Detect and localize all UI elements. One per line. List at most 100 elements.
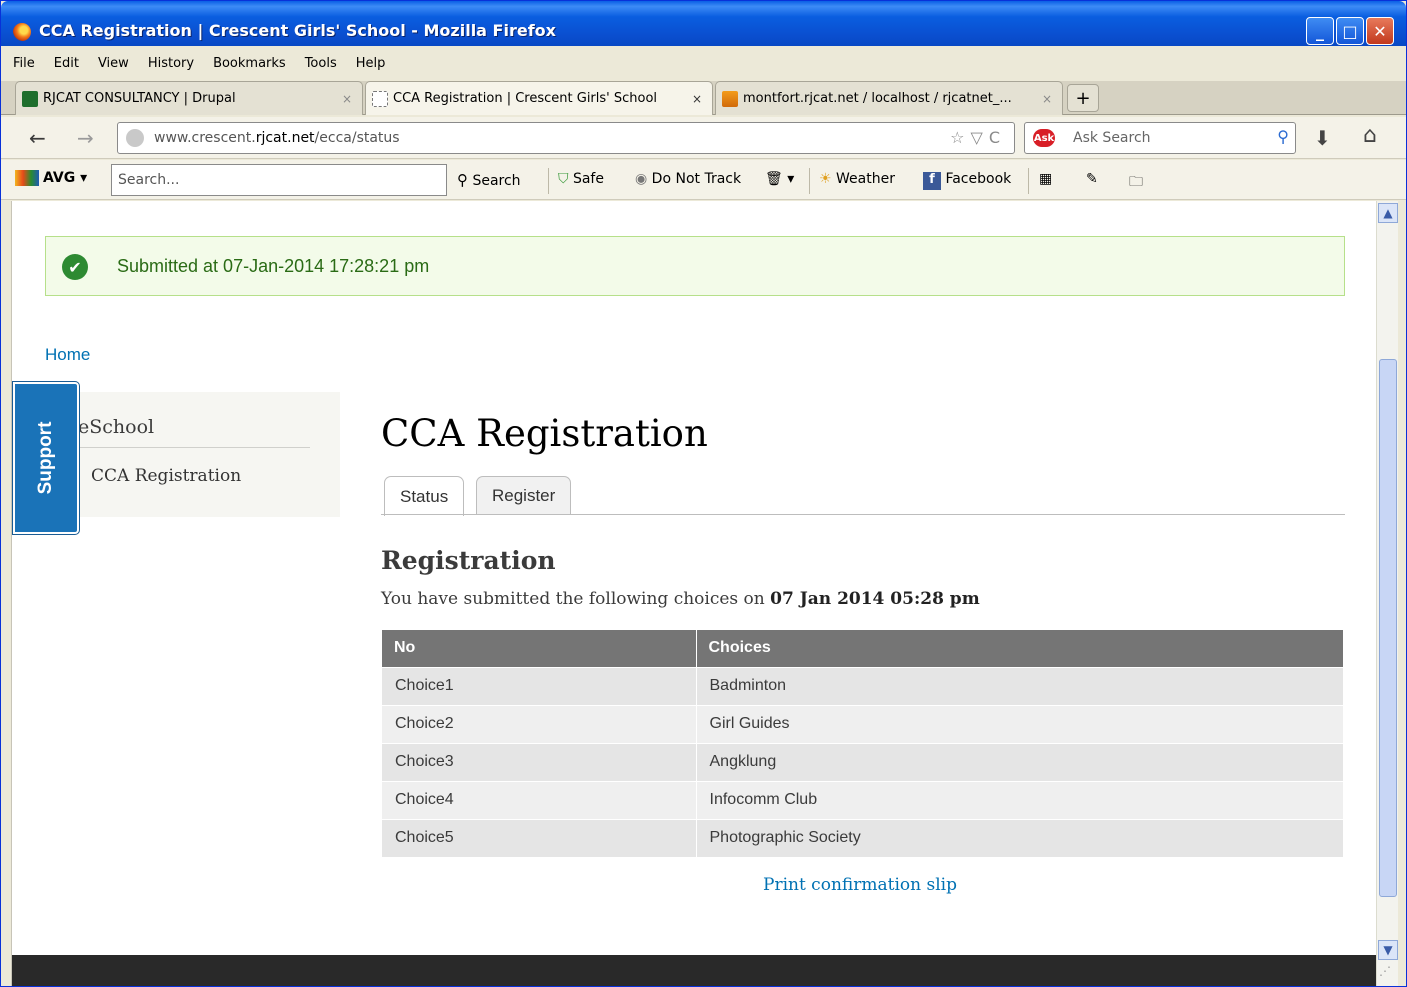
tab-strip: RJCAT CONSULTANCY | Drupal × CCA Registr… xyxy=(1,81,1406,115)
close-window-button[interactable]: ✕ xyxy=(1366,17,1394,45)
menu-bookmarks[interactable]: Bookmarks xyxy=(213,56,286,71)
table-row: Choice3 Angklung xyxy=(382,742,1344,781)
submitted-date: 07 Jan 2014 05:28 pm xyxy=(770,589,980,609)
blank-page-favicon-icon xyxy=(372,90,388,107)
ask-search-box[interactable]: Ask Ask Search ⚲ xyxy=(1024,122,1296,154)
tab-phpmyadmin[interactable]: montfort.rjcat.net / localhost / rjcatne… xyxy=(715,81,1063,115)
menu-edit[interactable]: Edit xyxy=(54,56,79,71)
url-path: /ecca/status xyxy=(314,130,400,146)
menu-help[interactable]: Help xyxy=(356,56,386,71)
do-not-track-label: Do Not Track xyxy=(651,171,742,187)
ask-search-placeholder: Ask Search xyxy=(1073,130,1151,146)
forward-arrow-icon[interactable]: → xyxy=(77,126,94,150)
menu-tools[interactable]: Tools xyxy=(305,56,337,71)
url-prefix: www.crescent. xyxy=(154,130,256,146)
eye-icon: ◉ xyxy=(635,171,648,187)
sidebar-block: eSchool CCA Registration xyxy=(45,392,340,517)
tab-label: montfort.rjcat.net / localhost / rjcatne… xyxy=(743,91,1012,106)
chevron-down-icon: ▾ xyxy=(787,171,795,187)
menu-history[interactable]: History xyxy=(148,56,194,71)
window-title: CCA Registration | Crescent Girls' Schoo… xyxy=(39,21,556,40)
chevron-down-icon[interactable]: ▾ xyxy=(80,170,87,186)
drupal-favicon-icon xyxy=(22,90,38,107)
table-row: Choice1 Badminton xyxy=(382,666,1344,705)
minimize-button[interactable]: _ xyxy=(1306,17,1334,45)
sidebar-item-cca-registration[interactable]: CCA Registration xyxy=(91,466,241,486)
download-icon[interactable]: ⬇ xyxy=(1314,126,1331,150)
back-arrow-icon[interactable]: ← xyxy=(29,126,46,150)
sidebar-divider xyxy=(75,447,310,448)
choice-value: Angklung xyxy=(696,742,1344,781)
menu-bar: File Edit View History Bookmarks Tools H… xyxy=(1,49,1406,77)
facebook-button[interactable]: f Facebook xyxy=(923,171,1011,190)
tab-close-icon[interactable]: × xyxy=(1042,92,1052,106)
firefox-icon xyxy=(13,23,31,41)
scrollbar-thumb[interactable] xyxy=(1379,359,1397,897)
tab-label: RJCAT CONSULTANCY | Drupal xyxy=(43,91,236,106)
resize-grip-icon[interactable]: ⋰ xyxy=(1379,964,1399,984)
tab-cca-registration[interactable]: CCA Registration | Crescent Girls' Schoo… xyxy=(365,81,713,115)
submitted-prefix: You have submitted the following choices… xyxy=(381,589,771,609)
bookmark-star-icon[interactable]: ☆▽C xyxy=(950,128,1006,147)
tab-rjcat[interactable]: RJCAT CONSULTANCY | Drupal × xyxy=(15,81,363,115)
notepad-icon[interactable]: ✎ xyxy=(1086,171,1098,187)
avg-search-label: Search xyxy=(472,173,521,189)
calculator-icon[interactable]: ▦ xyxy=(1039,171,1052,187)
tab-status[interactable]: Status xyxy=(384,476,465,516)
globe-icon xyxy=(126,129,144,147)
weather-button[interactable]: ☀ Weather xyxy=(819,171,895,187)
table-header-row: No Choices xyxy=(382,630,1344,667)
window-controls: _ □ ✕ xyxy=(1306,17,1394,45)
search-icon[interactable]: ⚲ xyxy=(1277,127,1289,146)
status-message: ✔ Submitted at 07-Jan-2014 17:28:21 pm xyxy=(45,236,1345,296)
tab-close-icon[interactable]: × xyxy=(342,92,352,106)
scroll-down-icon[interactable]: ▼ xyxy=(1378,940,1398,960)
weather-icon: ☀ xyxy=(819,171,832,187)
home-icon[interactable]: ⌂ xyxy=(1363,123,1377,148)
toolbar-divider xyxy=(1028,168,1029,194)
search-icon: ⚲ xyxy=(457,171,468,189)
scroll-up-icon[interactable]: ▲ xyxy=(1378,203,1398,223)
choice-value: Infocomm Club xyxy=(696,780,1344,819)
navigation-bar: ← → www.crescent. rjcat.net/ecca/status ☆… xyxy=(1,117,1406,159)
do-not-track-button[interactable]: ◉ Do Not Track xyxy=(635,171,741,187)
new-tab-button[interactable]: + xyxy=(1067,84,1099,112)
tab-register[interactable]: Register xyxy=(476,476,572,515)
breadcrumb-home[interactable]: Home xyxy=(45,345,90,365)
safe-button[interactable]: ⛉ Safe xyxy=(558,171,604,187)
shield-icon: ⛉ xyxy=(558,171,569,187)
table-row: Choice5 Photographic Society xyxy=(382,818,1344,857)
table-row: Choice2 Girl Guides xyxy=(382,704,1344,743)
vertical-scrollbar[interactable]: ▲ ▼ xyxy=(1376,201,1398,986)
menu-view[interactable]: View xyxy=(98,56,129,71)
avg-search-button[interactable]: ⚲ Search xyxy=(457,171,521,189)
choice-number: Choice4 xyxy=(382,780,697,819)
support-tab[interactable]: Support xyxy=(12,381,80,535)
page-viewport: ✔ Submitted at 07-Jan-2014 17:28:21 pm H… xyxy=(11,201,1376,986)
ask-logo-icon: Ask xyxy=(1033,129,1055,147)
tabs-underline xyxy=(381,514,1345,515)
column-header-choices: Choices xyxy=(696,630,1344,667)
submitted-description: You have submitted the following choices… xyxy=(381,589,980,609)
check-circle-icon: ✔ xyxy=(62,254,88,280)
safe-label: Safe xyxy=(572,171,604,187)
maximize-button[interactable]: □ xyxy=(1336,17,1364,45)
avg-icon xyxy=(15,170,39,186)
choice-value: Badminton xyxy=(696,666,1344,705)
page-title: CCA Registration xyxy=(381,412,708,455)
choice-value: Photographic Society xyxy=(696,818,1344,857)
menu-file[interactable]: File xyxy=(13,56,35,71)
print-confirmation-link[interactable]: Print confirmation slip xyxy=(763,875,957,895)
trash-icon: 🗑 xyxy=(765,171,783,187)
folder-search-icon[interactable]: 🗀 xyxy=(1129,171,1143,195)
choice-number: Choice3 xyxy=(382,742,697,781)
avg-toolbar: AVG ▾ Search... ⚲ Search ⛉ Safe ◉ Do Not… xyxy=(1,160,1406,200)
avg-search-input[interactable]: Search... xyxy=(111,164,447,196)
column-header-no: No xyxy=(382,630,697,667)
trash-button[interactable]: 🗑 ▾ xyxy=(765,171,794,187)
tab-close-icon[interactable]: × xyxy=(692,92,702,106)
choice-number: Choice1 xyxy=(382,666,697,705)
section-title: Registration xyxy=(381,546,556,575)
url-bar[interactable]: www.crescent. rjcat.net/ecca/status ☆▽C xyxy=(117,122,1015,154)
avg-logo[interactable]: AVG ▾ xyxy=(15,170,87,186)
